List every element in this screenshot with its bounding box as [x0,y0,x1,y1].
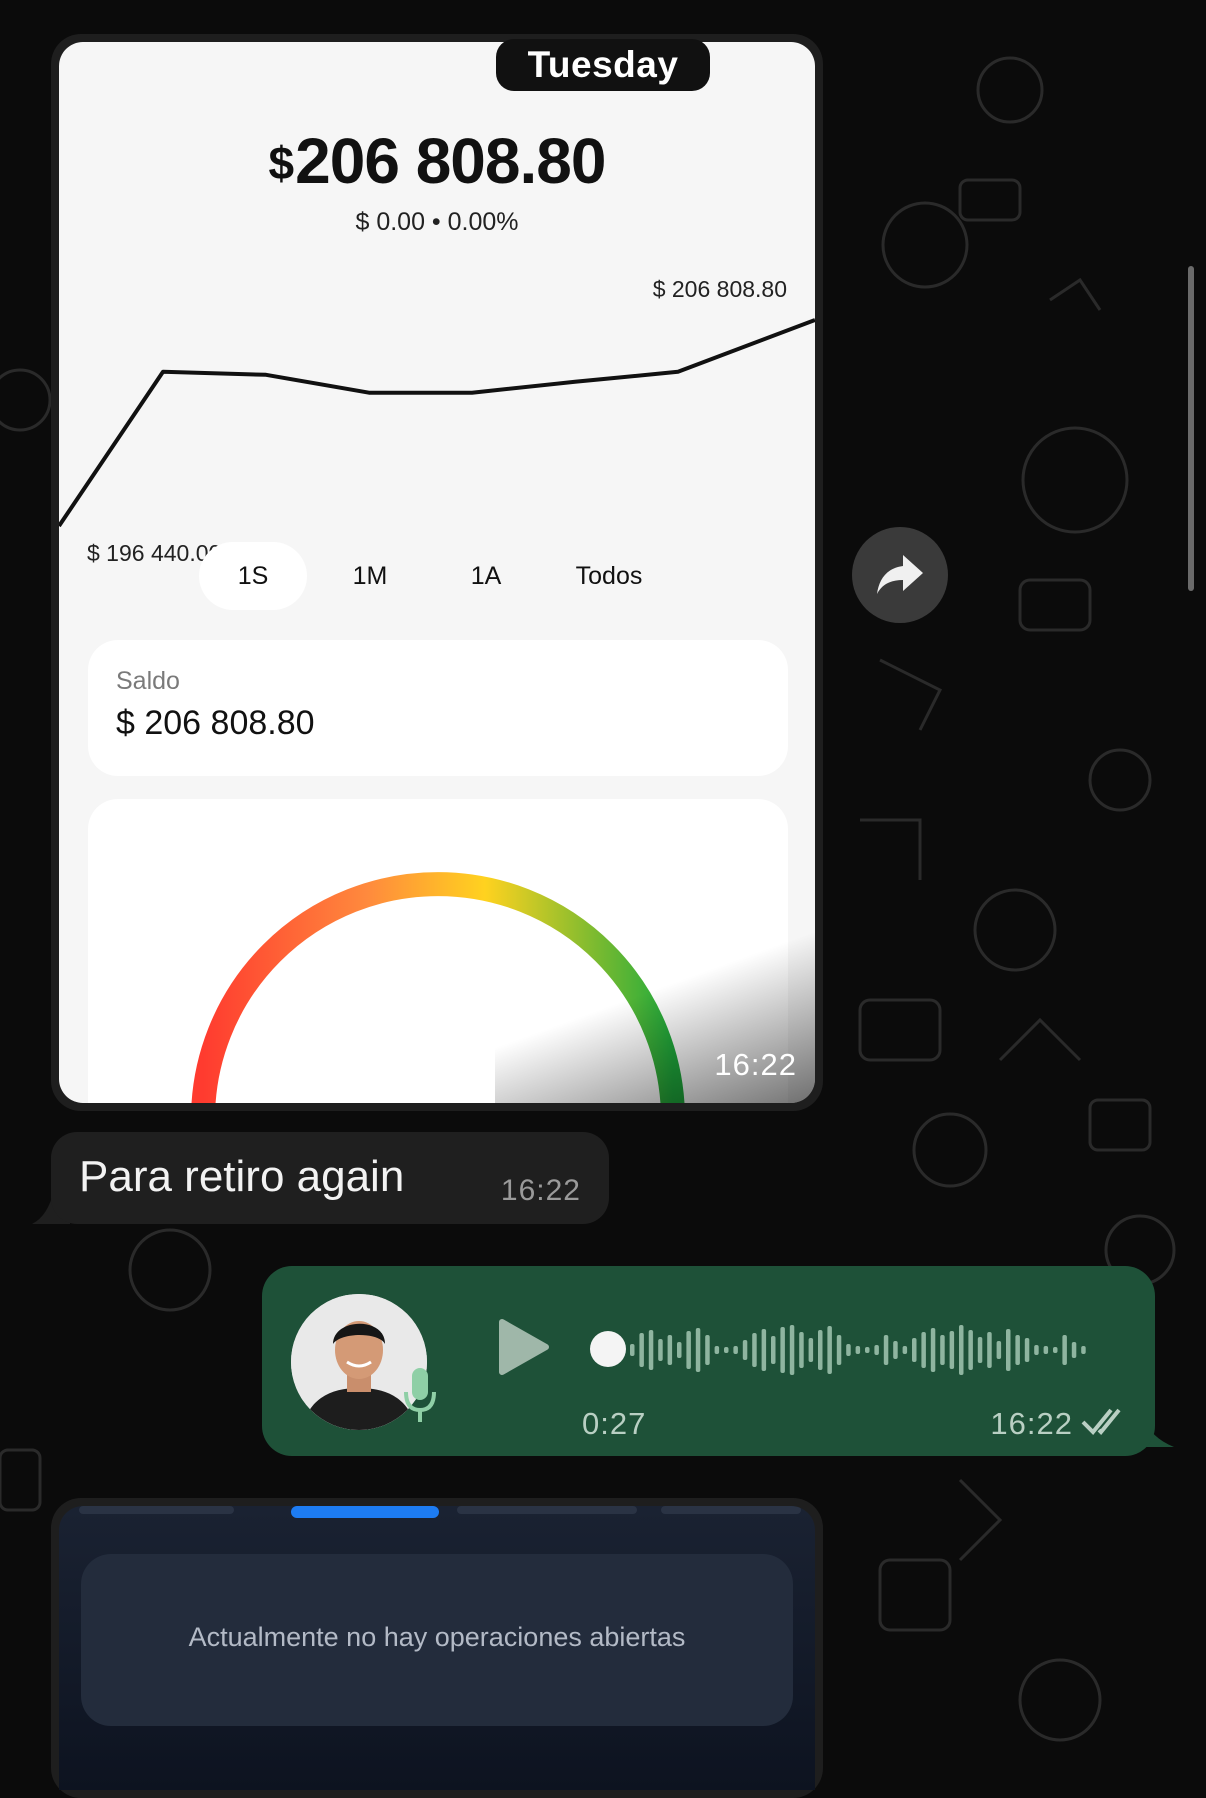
play-icon[interactable] [498,1318,550,1376]
waveform-bar [1034,1345,1039,1355]
balance-card: Saldo $ 206 808.80 [88,640,788,776]
forward-button[interactable] [852,527,948,623]
image-message-bubble-2[interactable]: Actualmente no hay operaciones abiertas [51,1498,823,1798]
waveform-bar [949,1331,955,1369]
portfolio-total: $206 808.80 [268,125,607,197]
portfolio-line-chart [59,318,815,528]
waveform-bar [1006,1329,1011,1371]
tab-todos[interactable]: Todos [539,542,679,610]
no-operations-card: Actualmente no hay operaciones abiertas [81,1554,793,1726]
waveform-bar [630,1344,635,1356]
double-check-icon [1081,1408,1121,1435]
waveform-bar [771,1336,776,1364]
waveform-bar [977,1337,983,1363]
waveform-bar [752,1333,757,1367]
waveform-bar [1062,1335,1067,1365]
balance-value: $ 206 808.80 [116,704,315,742]
waveform-bar [695,1328,701,1372]
waveform-bar [742,1340,748,1360]
waveform-bar [959,1325,964,1375]
tab-1m[interactable]: 1M [307,542,433,610]
waveform-bar [1053,1347,1058,1353]
scrollbar[interactable] [1188,266,1194,591]
image-message-bubble[interactable]: $206 808.80 $ 0.00 • 0.00% $ 206 808.80 … [51,34,823,1111]
balance-label: Saldo [116,667,180,695]
outgoing-voice-message[interactable]: 0:27 16:22 [262,1266,1155,1456]
waveform-bar [883,1335,889,1365]
waveform-bar [893,1341,898,1359]
waveform-bar [836,1335,842,1365]
waveform-bar [799,1332,804,1368]
waveform-bar [658,1339,663,1361]
image-message-time: 16:22 [714,1047,797,1082]
waveform-bar [1015,1335,1020,1365]
waveform-bar [789,1325,795,1375]
waveform-bar [1043,1346,1049,1354]
date-separator: Tuesday [496,39,710,91]
waveform-bar [761,1329,767,1371]
mic-icon [404,1368,436,1422]
message-time: 16:22 [500,1174,581,1207]
forward-icon [877,555,923,594]
waveform-bar [865,1347,870,1353]
waveform-bar [846,1344,851,1356]
portfolio-series-line [59,318,815,528]
waveform-bar [733,1346,738,1354]
waveform-bar [902,1346,908,1354]
waveform-bar [940,1335,945,1365]
playback-position-handle[interactable] [590,1331,626,1367]
waveform-bar [827,1326,832,1374]
waveform-bar [639,1333,644,1367]
portfolio-screenshot[interactable]: $206 808.80 $ 0.00 • 0.00% $ 206 808.80 … [59,42,815,1103]
waveform-bar [996,1341,1002,1359]
tab-1s[interactable]: 1S [199,542,307,610]
no-operations-text: Actualmente no hay operaciones abiertas [188,1622,686,1652]
portfolio-change: $ 0.00 • 0.00% [355,208,519,236]
incoming-text-message[interactable]: Para retiro again 16:22 [51,1132,609,1224]
voice-waveform[interactable] [622,1310,1092,1390]
waveform-bar [677,1342,682,1358]
operations-screenshot[interactable]: Actualmente no hay operaciones abiertas [59,1506,815,1790]
waveform-bar [686,1331,691,1369]
waveform-bar [780,1327,785,1373]
range-tabs: 1S 1M 1A Todos [199,542,679,610]
waveform-bar [968,1330,973,1370]
screenshot-tab-indicators [79,1506,801,1518]
waveform-bar [1024,1338,1030,1362]
voice-message-time: 16:22 [990,1406,1073,1441]
waveform-bar [987,1332,992,1368]
waveform-bar [1081,1346,1086,1354]
waveform-bar [648,1330,654,1370]
waveform-bar [714,1346,720,1354]
waveform-bar [818,1330,823,1370]
waveform-bar [912,1338,917,1362]
waveform-bar [921,1332,926,1368]
waveform-bar [930,1328,936,1372]
tab-1a[interactable]: 1A [433,542,539,610]
waveform-bar [667,1335,673,1365]
waveform-bar [874,1345,879,1355]
voice-duration: 0:27 [582,1406,647,1441]
waveform-bar [1071,1342,1077,1358]
waveform-bar [855,1346,861,1354]
message-text: Para retiro again [79,1152,405,1201]
waveform-bar [808,1338,814,1362]
waveform-bar [724,1347,729,1353]
waveform-bar [705,1335,710,1365]
